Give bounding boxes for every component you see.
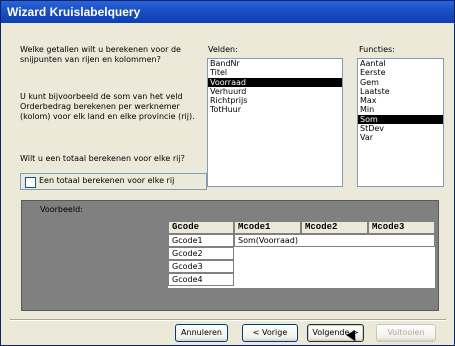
function-option[interactable]: Aantal <box>358 59 443 68</box>
preview-row-header: Gcode1 <box>168 234 234 247</box>
wizard-window: Wizard Kruislabelquery Welke getallen wi… <box>0 0 455 346</box>
fields-listbox[interactable]: BandNr Titel Voorraad Verhuurd Richtprijs Tot… <box>207 58 343 187</box>
total-question-text: Wilt u een totaal berekenen voor elke ri… <box>20 154 185 163</box>
preview-col-header: Mcode3 <box>368 221 435 234</box>
function-option[interactable]: Som <box>358 114 443 125</box>
function-option[interactable]: StDev <box>358 124 443 133</box>
question-text: Welke getallen wilt u berekenen voor de … <box>20 45 181 64</box>
field-option[interactable]: Verhuurd <box>208 87 342 96</box>
function-option[interactable]: Min <box>358 105 443 114</box>
preview-row-header: Gcode4 <box>168 273 234 286</box>
field-option[interactable]: Voorraad <box>208 77 342 87</box>
function-option[interactable]: Max <box>358 96 443 105</box>
cancel-button[interactable]: Annuleren <box>175 324 228 342</box>
preview-col-header: Mcode2 <box>301 221 368 234</box>
fields-label: Velden: <box>208 45 238 54</box>
field-option[interactable]: BandNr <box>208 59 342 68</box>
preview-col-header: Gcode <box>168 221 234 234</box>
total-checkbox-label: Een totaal berekenen voor elke rij <box>39 176 175 185</box>
field-option[interactable]: Richtprijs <box>208 96 342 105</box>
total-checkbox-row[interactable]: Een totaal berekenen voor elke rij <box>20 173 207 190</box>
preview-cell-value: Som(Voorraad) <box>234 234 435 247</box>
preview-table: Gcode Mcode1 Mcode2 Mcode3 Gcode1 Gcode2… <box>168 221 435 288</box>
preview-col-header: Mcode1 <box>234 221 301 234</box>
preview-label: Voorbeeld: <box>40 205 83 214</box>
back-button[interactable]: < Vorige <box>242 324 298 342</box>
functions-label: Functies: <box>359 45 395 54</box>
field-option[interactable]: Titel <box>208 68 342 77</box>
function-option[interactable]: Gem <box>358 78 443 87</box>
window-title: Wizard Kruislabelquery <box>1 1 454 23</box>
preview-row-header: Gcode3 <box>168 260 234 273</box>
function-option[interactable]: Laatste <box>358 87 443 96</box>
field-option[interactable]: TotHuur <box>208 105 342 114</box>
function-option[interactable]: Eerste <box>358 68 443 77</box>
total-checkbox[interactable] <box>25 177 36 188</box>
button-separator <box>10 319 446 321</box>
finish-button[interactable]: Voltooien <box>376 324 436 342</box>
preview-row-header: Gcode2 <box>168 247 234 260</box>
function-option[interactable]: Var <box>358 133 443 142</box>
preview-panel: Voorbeeld: Gcode Mcode1 Mcode2 Mcode3 Gc… <box>21 200 439 311</box>
functions-listbox[interactable]: Aantal Eerste Gem Laatste Max Min Som StDev Var <box>357 58 444 187</box>
example-text: U kunt bijvoorbeeld de som van het veld … <box>20 92 195 121</box>
